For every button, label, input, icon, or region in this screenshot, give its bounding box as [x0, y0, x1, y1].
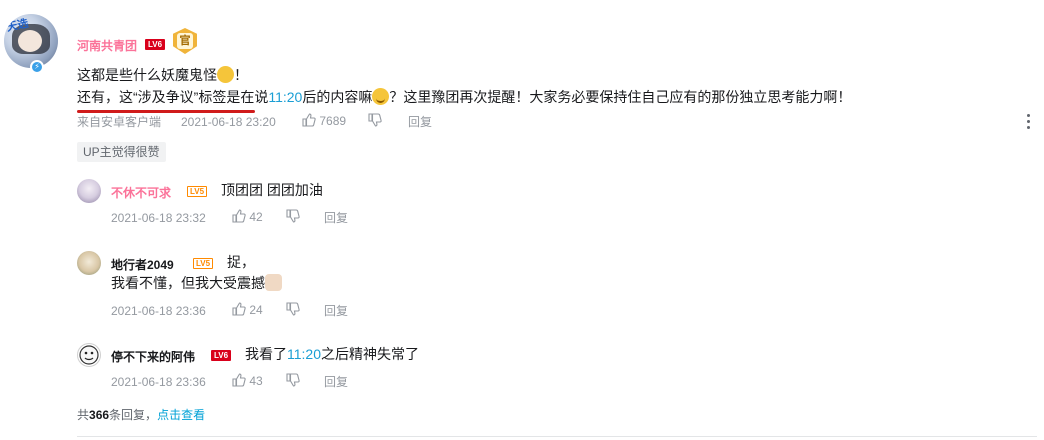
reply-time: 2021-06-18 23:32 [111, 211, 206, 225]
reply-avatar[interactable] [77, 179, 101, 203]
dislike-button[interactable] [286, 373, 300, 389]
reply-text-line-2: 我看不懂，但我大受震撼 [111, 272, 282, 294]
video-timestamp-link[interactable]: 11:20 [287, 346, 321, 362]
dislike-button[interactable] [286, 209, 300, 225]
reply-text: 顶团团 团团加油 [221, 182, 323, 198]
comment-divider [77, 436, 1037, 437]
reply-text: 我看了 [245, 346, 287, 362]
comment-text-part: 后的内容嘛 [302, 89, 373, 105]
reply-text: 我看不懂，但我大受震撼 [111, 275, 265, 291]
reply-button[interactable]: 回复 [408, 114, 432, 130]
emoji-icon [217, 66, 234, 83]
thumbs-up-icon [302, 113, 316, 127]
comment-text-part: 这都是些什么妖魔鬼怪 [77, 67, 217, 83]
view-all-replies-link[interactable]: 点击查看 [157, 408, 205, 422]
comment-time: 2021-06-18 23:20 [181, 115, 276, 129]
reply-time: 2021-06-18 23:36 [111, 304, 206, 318]
thumbs-up-icon [232, 302, 246, 316]
thumbs-down-icon [368, 113, 382, 127]
comment-text-part: ！ [234, 67, 248, 83]
thumbs-down-icon [286, 373, 300, 387]
like-count: 42 [249, 210, 263, 224]
thumbs-down-icon [286, 209, 300, 223]
like-count: 24 [249, 303, 263, 317]
verified-badge-icon: ⚡ [30, 60, 44, 74]
like-button[interactable]: 7689 [302, 113, 346, 129]
dislike-button[interactable] [368, 113, 382, 129]
reply-username[interactable]: 停不下来的阿伟 [111, 348, 195, 365]
reply-count: 366 [89, 408, 110, 422]
meme-face-icon [79, 345, 99, 365]
reply-text: 之后精神失常了 [321, 346, 419, 362]
reply-avatar[interactable] [77, 343, 101, 367]
like-count: 7689 [319, 114, 347, 128]
reply-username[interactable]: 不休不可求 [111, 184, 171, 201]
reply-button[interactable]: 回复 [324, 210, 348, 226]
more-options-icon[interactable] [1027, 114, 1031, 130]
more-replies-suffix: 条回复， [109, 408, 158, 422]
like-button[interactable]: 24 [232, 302, 263, 318]
thumbs-up-icon [232, 373, 246, 387]
more-replies: 共366条回复，点击查看 [77, 406, 205, 423]
comment-meta: 来自安卓客户端 [77, 114, 161, 130]
commenter-username[interactable]: 河南共青团 [77, 37, 137, 54]
level-badge: LV5 [193, 258, 214, 269]
comment-line-1: 这都是些什么妖魔鬼怪 ！ [77, 64, 248, 86]
comment-text-part: ？这里豫团再次提醒！大家务必要保持住自己应有的那份独立思考能力啊！ [389, 89, 852, 105]
up-liked-tag: UP主觉得很赞 [77, 142, 166, 162]
thumbs-down-icon [286, 302, 300, 316]
like-button[interactable]: 42 [232, 209, 263, 225]
like-count: 43 [249, 374, 263, 388]
video-timestamp-link[interactable]: 11:20 [268, 89, 302, 105]
doge-emoji-icon [265, 274, 282, 291]
reply-username[interactable]: 地行者2049 [111, 256, 174, 273]
reply-button[interactable]: 回复 [324, 374, 348, 390]
red-underline-annotation [77, 110, 255, 113]
smile-emoji-icon [372, 88, 390, 105]
like-button[interactable]: 43 [232, 373, 263, 389]
reply-text-line: 我看了11:20之后精神失常了 [245, 343, 419, 365]
reply-button[interactable]: 回复 [324, 303, 348, 319]
commenter-avatar[interactable]: 天选 [4, 14, 58, 68]
dislike-button[interactable] [286, 302, 300, 318]
reply-avatar[interactable] [77, 251, 101, 275]
level-badge: LV6 [145, 39, 166, 50]
level-badge: LV6 [211, 350, 232, 361]
comment-text-part: 还有，这“涉及争议”标签是在说 [77, 89, 269, 105]
thumbs-up-icon [232, 209, 246, 223]
client-source: 来自安卓客户端 [77, 115, 162, 129]
level-badge: LV5 [187, 186, 208, 197]
comment-line-2: 还有，这“涉及争议”标签是在说11:20后的内容嘛 ？这里豫团再次提醒！大家务必要… [77, 86, 851, 108]
more-replies-prefix: 共 [77, 408, 90, 422]
medal-icon: 官 [171, 28, 199, 56]
reply-time: 2021-06-18 23:36 [111, 375, 206, 389]
reply-text: 捉， [227, 254, 255, 270]
